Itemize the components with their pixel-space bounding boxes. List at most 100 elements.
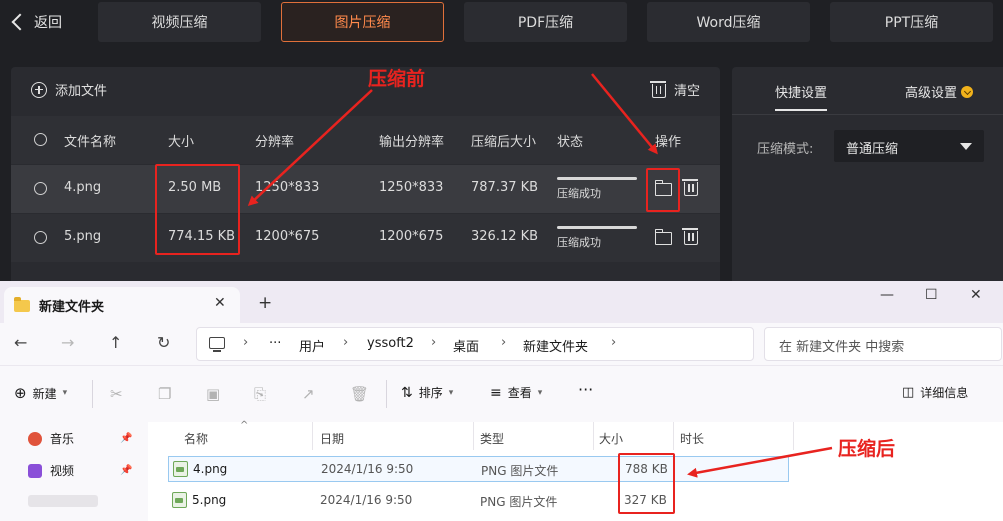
up-arrow-icon[interactable]: ↑ bbox=[109, 333, 122, 352]
minimize-icon[interactable]: — bbox=[880, 287, 894, 303]
chevron-right-icon: › bbox=[343, 335, 349, 350]
new-tab-icon[interactable]: + bbox=[258, 293, 272, 313]
address-row: ← → ↑ ↻ › ··· 用户 › yssoft2 › 桌面 › 新建文件夹 … bbox=[0, 323, 1003, 365]
close-window-icon[interactable]: ✕ bbox=[970, 287, 982, 303]
refresh-icon[interactable]: ↻ bbox=[157, 333, 170, 352]
view-button[interactable]: ≡ 查看 ▾ bbox=[490, 384, 542, 401]
compress-mode-select[interactable]: 普通压缩 bbox=[834, 130, 984, 162]
breadcrumb-item[interactable]: yssoft2 bbox=[367, 336, 414, 351]
annotation-after: 压缩后 bbox=[838, 438, 896, 460]
delete-row-icon[interactable] bbox=[682, 179, 698, 196]
col-size[interactable]: 大小 bbox=[599, 430, 623, 447]
chevron-down-icon: ▾ bbox=[62, 388, 68, 398]
view-icon: ≡ bbox=[490, 384, 502, 401]
table-header: 文件名称 大小 分辨率 输出分辨率 压缩后大小 状态 操作 bbox=[11, 116, 720, 164]
copy-icon[interactable]: ❐ bbox=[158, 385, 171, 403]
maximize-icon[interactable]: ☐ bbox=[925, 287, 938, 303]
breadcrumb-item[interactable]: 用户 bbox=[299, 336, 325, 355]
explorer-tab[interactable]: 新建文件夹 ✕ bbox=[4, 287, 240, 323]
paste-icon[interactable]: ▣ bbox=[206, 385, 220, 403]
col-date[interactable]: 日期 bbox=[320, 430, 344, 447]
status-indicator: 压缩成功 bbox=[557, 226, 637, 250]
file-name: 4.png bbox=[64, 180, 102, 195]
close-tab-icon[interactable]: ✕ bbox=[214, 295, 226, 311]
tab-quick-settings[interactable]: 快捷设置 bbox=[775, 82, 828, 111]
address-bar[interactable]: › ··· 用户 › yssoft2 › 桌面 › 新建文件夹 › bbox=[196, 327, 754, 361]
highlight-open-folder bbox=[646, 168, 680, 212]
more-icon[interactable]: ··· bbox=[269, 336, 281, 351]
file-name: 5.png bbox=[64, 229, 102, 244]
breadcrumb-item[interactable]: 桌面 bbox=[453, 336, 479, 355]
file-row[interactable]: 4.png 2024/1/16 9:50 PNG 图片文件 788 KB bbox=[168, 456, 789, 482]
pin-icon[interactable]: 📌 bbox=[120, 433, 132, 444]
col-name[interactable]: 名称 bbox=[184, 430, 208, 447]
col-duration[interactable]: 时长 bbox=[680, 430, 704, 447]
tab-word-compress[interactable]: Word压缩 bbox=[647, 2, 810, 42]
caret-down-icon bbox=[960, 143, 972, 150]
column-divider bbox=[673, 422, 674, 450]
view-label: 查看 bbox=[507, 386, 532, 400]
table-row[interactable]: 4.png 2.50 MB 1250*833 1250*833 787.37 K… bbox=[11, 165, 720, 213]
sort-button[interactable]: ⇅ 排序 ▾ bbox=[401, 384, 453, 401]
back-button[interactable]: 返回 bbox=[8, 8, 62, 36]
tab-advanced-settings[interactable]: 高级设置 bbox=[905, 82, 974, 101]
tab-ppt-compress[interactable]: PPT压缩 bbox=[830, 2, 993, 42]
blurred-sidebar-item bbox=[28, 495, 98, 507]
delete-icon[interactable]: 🗑 bbox=[350, 385, 369, 403]
breadcrumb-item[interactable]: 新建文件夹 bbox=[523, 336, 588, 355]
file-name: 4.png bbox=[193, 462, 228, 476]
monitor-icon bbox=[209, 337, 225, 352]
row-select-radio[interactable] bbox=[34, 182, 47, 195]
annotation-before: 压缩前 bbox=[368, 68, 426, 90]
back-label: 返回 bbox=[34, 15, 62, 31]
col-type[interactable]: 类型 bbox=[480, 430, 504, 447]
delete-row-icon[interactable] bbox=[682, 228, 698, 245]
file-actions-bar: 添加文件 清空 bbox=[11, 67, 720, 116]
forward-arrow-icon[interactable]: → bbox=[61, 333, 74, 352]
pin-icon[interactable]: 📌 bbox=[120, 465, 132, 476]
add-file-button[interactable]: 添加文件 bbox=[31, 80, 107, 99]
column-divider bbox=[793, 422, 794, 450]
sidebar-item-music[interactable]: 音乐 bbox=[28, 430, 74, 447]
tab-video-compress[interactable]: 视频压缩 bbox=[98, 2, 261, 42]
file-date: 2024/1/16 9:50 bbox=[320, 493, 413, 507]
progress-bar bbox=[557, 177, 637, 180]
search-input[interactable]: 在 新建文件夹 中搜索 bbox=[764, 327, 1002, 361]
file-output-resolution: 1200*675 bbox=[379, 229, 444, 244]
advanced-settings-label: 高级设置 bbox=[905, 86, 958, 101]
highlight-original-sizes bbox=[155, 164, 240, 255]
more-options-icon[interactable]: ··· bbox=[578, 380, 593, 399]
col-output-resolution: 输出分辨率 bbox=[379, 135, 445, 150]
tab-pdf-compress[interactable]: PDF压缩 bbox=[464, 2, 627, 42]
select-all-radio[interactable] bbox=[34, 133, 47, 146]
add-file-label: 添加文件 bbox=[55, 84, 108, 99]
new-button[interactable]: ⊕ 新建 ▾ bbox=[14, 384, 67, 402]
chevron-right-icon: › bbox=[501, 335, 507, 350]
plus-circle-icon: ⊕ bbox=[14, 384, 27, 402]
details-label: 详细信息 bbox=[920, 386, 969, 400]
plus-circle-icon bbox=[31, 81, 47, 98]
column-divider bbox=[593, 422, 594, 450]
details-pane-button[interactable]: ◫ 详细信息 bbox=[902, 384, 968, 401]
share-icon[interactable]: ↗ bbox=[302, 385, 315, 403]
column-divider bbox=[312, 422, 313, 450]
file-row[interactable]: 5.png 2024/1/16 9:50 PNG 图片文件 327 KB bbox=[168, 488, 789, 514]
tab-image-compress[interactable]: 图片压缩 bbox=[281, 2, 444, 42]
sort-label: 排序 bbox=[418, 386, 443, 400]
open-folder-icon[interactable] bbox=[654, 229, 672, 245]
row-select-radio[interactable] bbox=[34, 231, 47, 244]
file-resolution: 1200*675 bbox=[255, 229, 320, 244]
col-status: 状态 bbox=[557, 135, 584, 150]
sidebar-item-videos[interactable]: 视频 bbox=[28, 462, 74, 479]
file-explorer-window: 新建文件夹 ✕ + — ☐ ✕ ← → ↑ ↻ › ··· 用户 › yssof… bbox=[0, 281, 1003, 521]
cut-icon[interactable]: ✂ bbox=[110, 385, 123, 403]
new-label: 新建 bbox=[32, 386, 57, 401]
file-type: PNG 图片文件 bbox=[481, 464, 559, 478]
explorer-titlebar: 新建文件夹 ✕ + — ☐ ✕ bbox=[0, 281, 1003, 323]
rename-icon[interactable]: ⎘ bbox=[254, 385, 266, 403]
col-resolution: 分辨率 bbox=[255, 135, 295, 150]
clear-button[interactable]: 清空 bbox=[649, 80, 700, 99]
back-arrow-icon[interactable]: ← bbox=[14, 333, 27, 352]
table-row[interactable]: 5.png 774.15 KB 1200*675 1200*675 326.12… bbox=[11, 214, 720, 262]
toolbar-divider bbox=[386, 380, 387, 408]
